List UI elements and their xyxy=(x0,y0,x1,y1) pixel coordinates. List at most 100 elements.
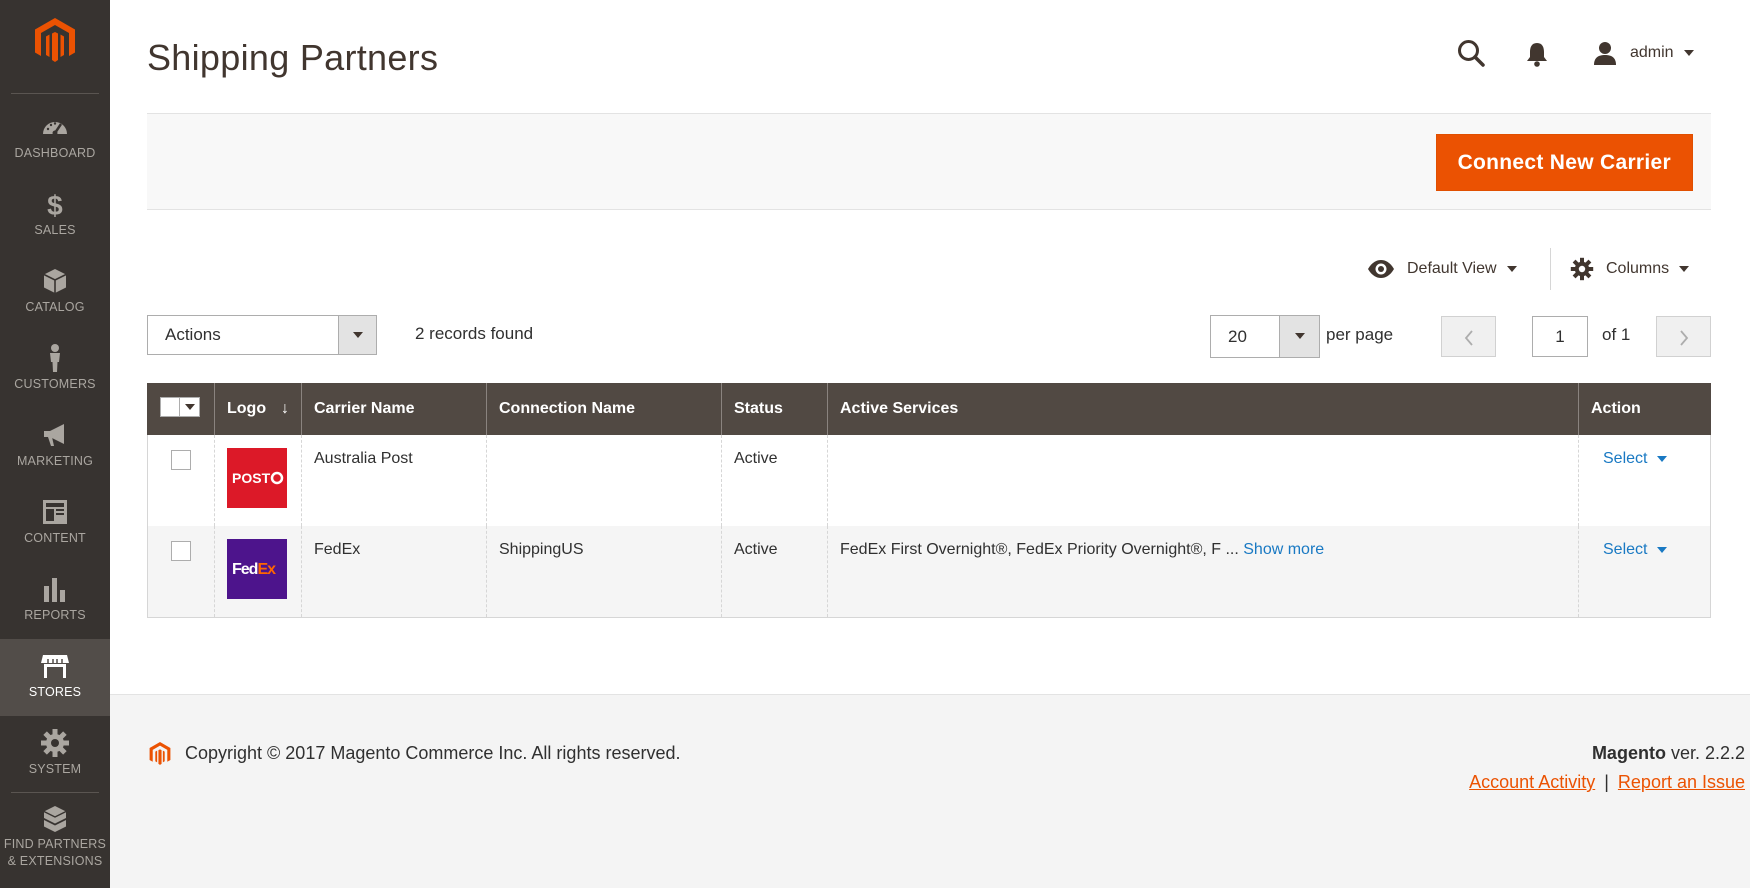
svg-text:FedEx: FedEx xyxy=(232,561,276,578)
link-separator: | xyxy=(1604,772,1609,792)
carriers-grid: Logo ↓ Carrier Name Connection Name Statu… xyxy=(147,383,1711,618)
chevron-down-icon xyxy=(1506,266,1517,272)
previous-page-button[interactable] xyxy=(1441,316,1496,357)
sidebar-item-reports[interactable]: REPORTS xyxy=(0,562,110,639)
person-icon xyxy=(50,344,60,372)
carrier-name-cell: Australia Post xyxy=(301,435,487,526)
search-icon[interactable] xyxy=(1456,38,1486,68)
bell-icon[interactable] xyxy=(1524,40,1550,68)
table-row: FedEx FedEx ShippingUS Active FedEx Firs… xyxy=(147,526,1711,618)
row-select-cell xyxy=(147,526,215,618)
dollar-icon: $ xyxy=(47,190,63,219)
svg-text:$: $ xyxy=(47,190,63,219)
copyright-text: Copyright © 2017 Magento Commerce Inc. A… xyxy=(185,743,681,763)
column-header-logo[interactable]: Logo ↓ xyxy=(214,383,302,435)
sidebar-item-label: SALES xyxy=(34,223,76,237)
chevron-right-icon xyxy=(1680,330,1689,346)
chevron-down-icon xyxy=(1657,456,1668,462)
dashboard-icon xyxy=(43,122,67,136)
per-page-toggle[interactable] xyxy=(1279,316,1319,357)
chevron-down-icon xyxy=(1295,333,1305,339)
default-view-dropdown[interactable]: Default View xyxy=(1367,254,1517,284)
eye-icon xyxy=(1368,260,1394,278)
user-icon xyxy=(1594,42,1616,65)
report-issue-link[interactable]: Report an Issue xyxy=(1618,772,1745,792)
row-select-cell xyxy=(147,435,215,526)
carrier-name-cell: FedEx xyxy=(301,526,487,618)
columns-dropdown[interactable]: Columns xyxy=(1570,254,1690,284)
column-header-connection-name[interactable]: Connection Name xyxy=(486,383,722,435)
magento-logo-icon xyxy=(149,742,171,765)
mass-actions-select[interactable]: Actions xyxy=(147,315,377,355)
content-icon xyxy=(43,500,67,524)
sidebar-item-catalog[interactable]: CATALOG xyxy=(0,254,110,331)
toolbar-divider xyxy=(1550,248,1551,290)
sidebar-item-marketing[interactable]: MARKETING xyxy=(0,408,110,485)
active-services-cell: FedEx First Overnight®, FedEx Priority O… xyxy=(827,526,1579,618)
sidebar-item-label: CATALOG xyxy=(25,300,85,314)
connection-name-cell xyxy=(486,435,722,526)
per-page-label: per page xyxy=(1326,325,1394,344)
blocks-icon xyxy=(43,806,67,832)
columns-label: Columns xyxy=(1606,260,1670,277)
user-menu[interactable]: admin xyxy=(1592,39,1694,67)
user-name: admin xyxy=(1630,44,1674,61)
svg-text:POST: POST xyxy=(232,470,271,486)
account-activity-link[interactable]: Account Activity xyxy=(1469,772,1595,792)
column-header-carrier-name[interactable]: Carrier Name xyxy=(301,383,487,435)
action-cell: Select xyxy=(1578,526,1711,618)
sidebar-item-sales[interactable]: $ SALES xyxy=(0,177,110,254)
version-text: Magento ver. 2.2.2 xyxy=(1592,743,1745,764)
page-actions-bar: Connect New Carrier xyxy=(147,113,1711,210)
mass-select-checkbox[interactable] xyxy=(160,397,200,417)
sidebar-item-label: STORES xyxy=(28,685,82,699)
store-icon xyxy=(41,655,69,678)
sidebar-item-find-partners[interactable]: FIND PARTNERS & EXTENSIONS xyxy=(0,795,110,888)
mass-actions-toggle[interactable] xyxy=(338,316,376,354)
column-header-label: Logo xyxy=(227,400,267,417)
column-header-active-services[interactable]: Active Services xyxy=(827,383,1579,435)
status-cell: Active xyxy=(721,526,828,618)
column-header-action: Action xyxy=(1578,383,1711,435)
show-more-link[interactable]: Show more xyxy=(1243,541,1324,558)
next-page-button[interactable] xyxy=(1656,316,1711,357)
sidebar-divider xyxy=(11,93,99,94)
version-number: ver. 2.2.2 xyxy=(1665,743,1745,763)
table-row: POST Australia Post Active Select xyxy=(147,435,1711,526)
sidebar-item-system[interactable]: SYSTEM xyxy=(0,716,110,793)
chevron-down-icon xyxy=(1683,50,1694,56)
per-page-select[interactable]: 20 xyxy=(1210,315,1320,358)
brand-name: Magento xyxy=(1591,743,1666,763)
logo-cell: POST xyxy=(214,435,302,526)
row-action-label: Select xyxy=(1603,450,1648,467)
bar-chart-icon xyxy=(44,578,65,602)
mass-actions-label: Actions xyxy=(165,325,221,344)
megaphone-icon xyxy=(44,424,64,446)
australia-post-logo: POST xyxy=(227,448,287,508)
records-found: 2 records found xyxy=(415,324,534,343)
sidebar-item-label: DASHBOARD xyxy=(14,146,96,160)
connect-new-carrier-button[interactable]: Connect New Carrier xyxy=(1435,134,1693,191)
chevron-down-icon xyxy=(1657,547,1668,553)
row-action-select[interactable]: Select xyxy=(1603,541,1668,559)
column-header-select[interactable] xyxy=(147,383,215,435)
row-action-select[interactable]: Select xyxy=(1603,450,1668,468)
chevron-down-icon xyxy=(1679,266,1690,272)
sidebar-item-customers[interactable]: CUSTOMERS xyxy=(0,331,110,408)
gear-icon xyxy=(1570,257,1594,281)
sidebar: DASHBOARD $ SALES CATALOG CUSTOMERS MARK… xyxy=(0,0,110,888)
chevron-down-icon xyxy=(353,332,363,338)
connection-name-cell: ShippingUS xyxy=(486,526,722,618)
column-header-status[interactable]: Status xyxy=(721,383,828,435)
row-checkbox[interactable] xyxy=(171,450,191,470)
sidebar-item-content[interactable]: CONTENT xyxy=(0,485,110,562)
magento-logo-icon[interactable] xyxy=(30,16,80,66)
row-action-label: Select xyxy=(1603,541,1648,558)
page-number-input[interactable]: 1 xyxy=(1532,316,1588,357)
row-checkbox[interactable] xyxy=(171,541,191,561)
sidebar-item-label: SYSTEM xyxy=(28,762,82,776)
sidebar-item-stores[interactable]: STORES xyxy=(0,639,110,716)
sidebar-item-label: REPORTS xyxy=(24,608,86,622)
sidebar-item-dashboard[interactable]: DASHBOARD xyxy=(0,100,110,177)
page-total: of 1 xyxy=(1602,325,1631,344)
